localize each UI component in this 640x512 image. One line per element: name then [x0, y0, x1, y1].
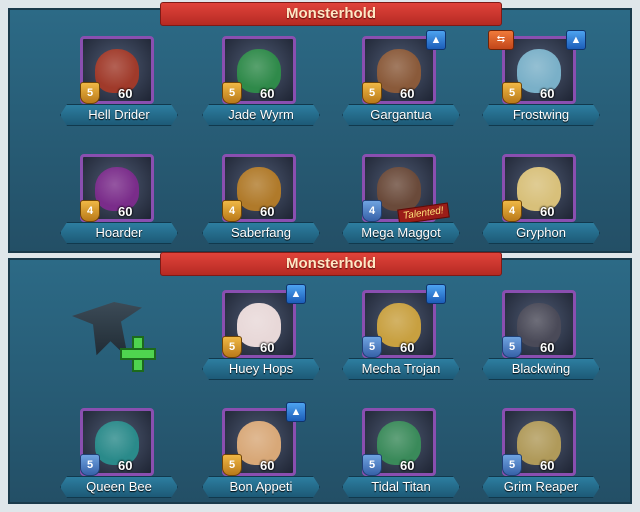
monster-card[interactable]: 4 60 Saberfang [200, 150, 320, 254]
monster-level: 60 [540, 204, 555, 219]
monster-card[interactable]: 5 60 ▲ Gargantua [340, 30, 460, 136]
monster-name: Gargantua [342, 104, 460, 126]
monster-level: 60 [400, 458, 415, 473]
panel-title: Monsterhold [160, 2, 502, 26]
tier-badge: 4 [362, 200, 382, 222]
tier-badge: 4 [502, 200, 522, 222]
monster-card[interactable]: 5 60 Hell Drider [58, 32, 178, 136]
tier-badge: 5 [362, 454, 382, 476]
tier-badge: 4 [222, 200, 242, 222]
tier-badge: 5 [222, 82, 242, 104]
monster-name: Queen Bee [60, 476, 178, 498]
monster-card[interactable]: 5 60 Jade Wyrm [200, 32, 320, 136]
monster-name: Hoarder [60, 222, 178, 244]
arrow-up-icon[interactable]: ▲ [426, 30, 446, 50]
monster-name: Grim Reaper [482, 476, 600, 498]
arrow-up-icon[interactable]: ▲ [286, 402, 306, 422]
monster-name: Tidal Titan [342, 476, 460, 498]
monster-card[interactable]: 5 60 ▲ Mecha Trojan [340, 284, 460, 390]
monster-card[interactable]: 5 60 ▲ Bon Appeti [200, 402, 320, 508]
monster-level: 60 [260, 86, 275, 101]
monster-card[interactable]: 5 60 ▲ ⇆ Frostwing [480, 30, 600, 136]
monster-level: 60 [400, 340, 415, 355]
tier-badge: 5 [222, 336, 242, 358]
tier-badge: 5 [362, 82, 382, 104]
monster-name: Huey Hops [202, 358, 320, 380]
monster-level: 60 [260, 340, 275, 355]
monster-card[interactable]: 5 60 ▲ Huey Hops [200, 284, 320, 390]
monster-name: Hell Drider [60, 104, 178, 126]
arrow-up-icon[interactable]: ▲ [566, 30, 586, 50]
monster-name: Blackwing [482, 358, 600, 380]
monster-level: 60 [260, 204, 275, 219]
monster-card[interactable]: 4 Talented! Mega Maggot [340, 150, 460, 254]
monster-level: 60 [540, 458, 555, 473]
add-monster-slot[interactable] [72, 302, 162, 382]
monster-card[interactable]: 5 60 Queen Bee [58, 404, 178, 508]
monster-card[interactable]: 4 60 Gryphon [480, 150, 600, 254]
monster-level: 60 [540, 86, 555, 101]
monster-name: Gryphon [482, 222, 600, 244]
tier-badge: 5 [502, 454, 522, 476]
arrow-up-icon[interactable]: ▲ [286, 284, 306, 304]
tier-badge: 5 [502, 336, 522, 358]
monster-name: Saberfang [202, 222, 320, 244]
monster-name: Mega Maggot [342, 222, 460, 244]
monster-name: Bon Appeti [202, 476, 320, 498]
monster-level: 60 [118, 86, 133, 101]
monster-card[interactable]: 5 60 Tidal Titan [340, 404, 460, 508]
monster-card[interactable]: 4 60 Hoarder [58, 150, 178, 254]
tier-badge: 5 [502, 82, 522, 104]
tier-badge: 5 [222, 454, 242, 476]
monsterhold-panel-bottom: Monsterhold 5 60 ▲ Huey Hops 5 60 ▲ Mecha Troja… [8, 252, 632, 504]
monster-name: Jade Wyrm [202, 104, 320, 126]
monster-level: 60 [118, 204, 133, 219]
monster-art [377, 167, 421, 212]
monsterhold-panel-top: Monsterhold 5 60 Hell Drider 5 60 Jade Wyrm 5 6… [8, 2, 632, 254]
tier-badge: 4 [80, 200, 100, 222]
tier-badge: 5 [80, 454, 100, 476]
monster-name: Frostwing [482, 104, 600, 126]
monster-level: 60 [540, 340, 555, 355]
monster-name: Mecha Trojan [342, 358, 460, 380]
tier-badge: 5 [80, 82, 100, 104]
monster-level: 60 [260, 458, 275, 473]
monster-level: 60 [118, 458, 133, 473]
monster-card[interactable]: 5 60 Blackwing [480, 286, 600, 390]
monster-card[interactable]: 5 60 Grim Reaper [480, 404, 600, 508]
monster-level: 60 [400, 86, 415, 101]
panel-title: Monsterhold [160, 252, 502, 276]
tier-badge: 5 [362, 336, 382, 358]
arrow-up-icon[interactable]: ▲ [426, 284, 446, 304]
add-icon [120, 336, 156, 372]
swap-icon[interactable]: ⇆ [488, 30, 514, 50]
